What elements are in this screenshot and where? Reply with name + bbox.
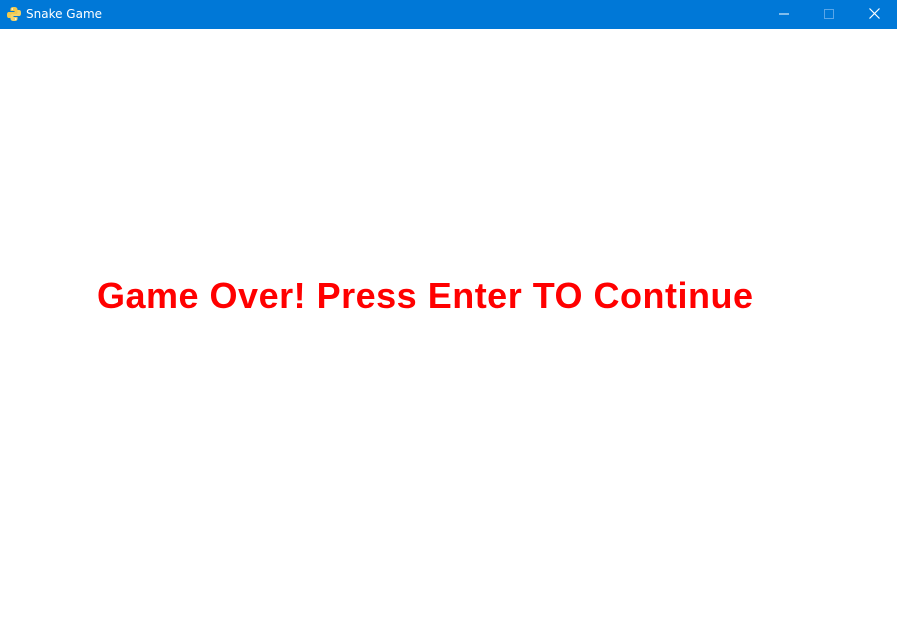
minimize-button[interactable] xyxy=(761,0,806,29)
title-bar[interactable]: Snake Game xyxy=(0,0,897,29)
game-over-message: Game Over! Press Enter TO Continue xyxy=(97,275,754,316)
game-window: Snake Game Game Over! Press Enter TO Con… xyxy=(0,0,897,629)
window-title: Snake Game xyxy=(26,7,103,21)
game-canvas[interactable]: Game Over! Press Enter TO Continue xyxy=(0,29,897,629)
python-icon xyxy=(6,6,22,22)
maximize-icon xyxy=(823,6,834,24)
maximize-button[interactable] xyxy=(806,0,851,29)
minimize-icon xyxy=(778,6,789,24)
close-icon xyxy=(869,6,880,24)
close-button[interactable] xyxy=(852,0,897,29)
